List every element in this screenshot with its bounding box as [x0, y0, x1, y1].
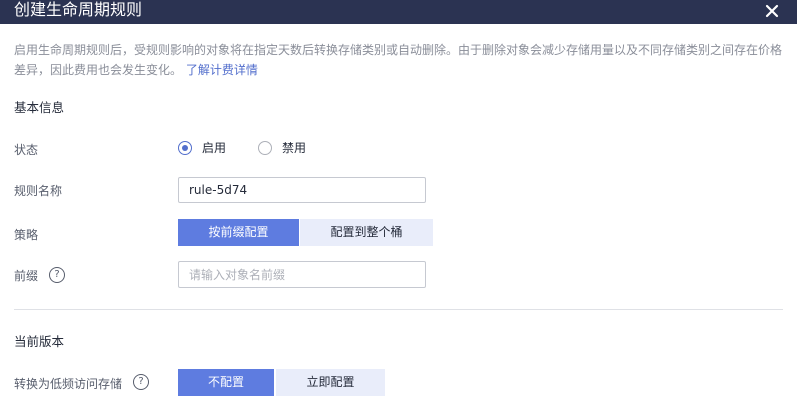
status-enable-radio[interactable]: 启用	[178, 139, 226, 156]
rule-name-label: 规则名称	[14, 184, 63, 198]
dialog-title: 创建生命周期规则	[14, 0, 143, 19]
rule-name-input[interactable]	[178, 177, 426, 203]
notice-text: 启用生命周期规则后，受规则影响的对象将在指定天数后转换存储类别或自动删除。由于删…	[14, 43, 783, 77]
prefix-input[interactable]	[178, 261, 426, 288]
section-divider	[14, 309, 783, 310]
status-disable-label: 禁用	[282, 141, 307, 155]
transition-label: 转换为低频访问存储	[14, 377, 123, 391]
help-icon[interactable]: ?	[49, 267, 65, 283]
current-version-title: 当前版本	[14, 334, 65, 349]
status-label: 状态	[14, 143, 39, 157]
transition-now-button[interactable]: 立即配置	[276, 369, 385, 396]
prefix-label: 前缀	[14, 269, 39, 283]
lifecycle-notice: 启用生命周期规则后，受规则影响的对象将在指定天数后转换存储类别或自动删除。由于删…	[14, 40, 789, 80]
radio-circle	[258, 140, 272, 155]
close-icon[interactable]	[764, 3, 780, 19]
help-icon[interactable]: ?	[133, 374, 149, 390]
policy-prefix-button[interactable]: 按前缀配置	[178, 219, 299, 246]
policy-label: 策略	[14, 228, 39, 242]
policy-whole-bucket-button[interactable]: 配置到整个桶	[300, 219, 433, 246]
status-enable-label: 启用	[202, 141, 227, 155]
basic-info-title: 基本信息	[14, 100, 65, 115]
radio-circle	[178, 140, 192, 155]
status-disable-radio[interactable]: 禁用	[258, 139, 306, 156]
transition-none-button[interactable]: 不配置	[178, 369, 274, 396]
dialog-header: 创建生命周期规则	[0, 0, 797, 24]
billing-details-link[interactable]: 了解计费详情	[186, 63, 258, 77]
